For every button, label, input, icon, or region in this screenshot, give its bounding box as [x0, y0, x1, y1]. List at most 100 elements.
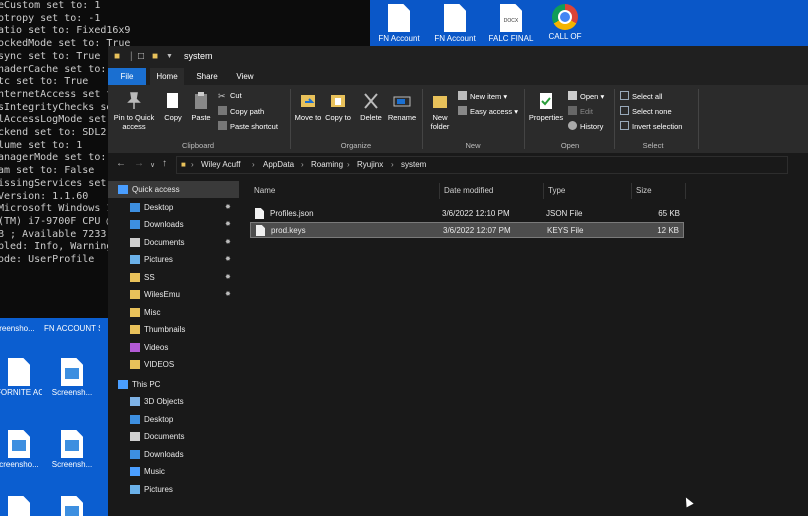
- sidebar-item-pictures[interactable]: Pictures: [108, 481, 239, 498]
- file-list: Name Date modified Type Size Profiles.js…: [244, 177, 808, 516]
- rename-button[interactable]: Rename: [386, 91, 418, 122]
- desktop-file-fn-account-s[interactable]: FN ACCOUNT S.txt: [44, 324, 100, 333]
- cube-icon: [130, 397, 140, 406]
- file-icon: [256, 225, 265, 236]
- tab-home[interactable]: Home: [150, 68, 184, 85]
- pin-icon: ✸: [225, 238, 231, 246]
- column-header-size[interactable]: Size: [632, 183, 686, 199]
- desktop-shortcut-call-of[interactable]: CALL OF: [540, 4, 590, 41]
- file-row[interactable]: Profiles.json 3/6/2022 12:10 PM JSON File 6…: [250, 206, 684, 222]
- edit-button[interactable]: Edit: [568, 106, 593, 116]
- sidebar-item-downloads[interactable]: Downloads: [108, 446, 239, 463]
- new-item-button[interactable]: New item ▾: [458, 91, 507, 101]
- terminal-line: eCustom set to: 1: [0, 0, 101, 11]
- select-all-button[interactable]: Select all: [620, 91, 662, 101]
- folder-icon: [130, 272, 140, 282]
- copy-to-button[interactable]: Copy to: [324, 91, 352, 122]
- properties-button[interactable]: Properties: [528, 91, 564, 122]
- copy-folder-icon: [331, 95, 345, 107]
- easy-access-button[interactable]: Easy access ▾: [458, 106, 518, 116]
- image-icon: [8, 430, 30, 458]
- breadcrumb-ryujinx[interactable]: Ryujinx: [357, 160, 383, 169]
- up-arrow-icon[interactable]: ↑: [162, 158, 167, 169]
- group-label-clipboard: Clipboard: [181, 141, 215, 150]
- move-to-button[interactable]: Move to: [294, 91, 322, 122]
- image-icon: [61, 358, 83, 386]
- recent-locations-chevron-icon[interactable]: ∨: [150, 161, 155, 169]
- breadcrumb-roaming[interactable]: Roaming: [311, 160, 343, 169]
- new-folder-button[interactable]: New folder: [426, 91, 454, 131]
- desktop-file-partial-2[interactable]: [48, 496, 96, 516]
- select-all-icon: [620, 91, 629, 100]
- sidebar-item-documents[interactable]: Documents ✸: [108, 234, 239, 251]
- desktop-file-screenshot-1[interactable]: creensho...: [0, 324, 38, 333]
- pictures-icon: [130, 255, 140, 264]
- desktop-file-fn-account-2[interactable]: FN Account: [430, 4, 480, 43]
- terminal-line: atio set to: Fixed16x9: [0, 25, 131, 37]
- folder-icon: [130, 360, 140, 369]
- forward-arrow-icon[interactable]: →: [134, 158, 144, 169]
- ribbon: Pin to Quick access Copy Paste ✂ Cut Copy…: [108, 85, 808, 154]
- desktop-file-screenshot-2[interactable]: Screensh...: [48, 358, 96, 397]
- desktop-file-falc-final[interactable]: DOCX FALC FINAL: [486, 4, 536, 43]
- desktop-file-screenshot-4[interactable]: Screensh...: [48, 430, 96, 469]
- sidebar-item-pictures[interactable]: Pictures ✸: [108, 251, 239, 268]
- tab-view[interactable]: View: [230, 68, 260, 85]
- sidebar-item-videos[interactable]: VIDEOS: [108, 356, 239, 373]
- tab-share[interactable]: Share: [192, 68, 222, 85]
- desktop-file-fn-account-1[interactable]: FN Account: [374, 4, 424, 43]
- sidebar-item-ss[interactable]: SS ✸: [108, 269, 239, 286]
- quick-access-toolbar-dropdown-icon[interactable]: ▼: [166, 53, 173, 60]
- breadcrumb-separator-icon: ›: [301, 160, 304, 169]
- breadcrumb-system[interactable]: system: [401, 160, 426, 169]
- column-header-name[interactable]: Name: [250, 183, 440, 199]
- sidebar-item-downloads[interactable]: Downloads ✸: [108, 216, 239, 233]
- copy-button[interactable]: Copy: [160, 91, 186, 122]
- address-bar[interactable]: ■ › Wiley Acuff › AppData › Roaming › Ry…: [176, 156, 788, 174]
- sidebar-item-desktop[interactable]: Desktop: [108, 411, 239, 428]
- invert-selection-button[interactable]: Invert selection: [620, 121, 682, 131]
- cut-button[interactable]: ✂ Cut: [218, 91, 242, 101]
- paste-button[interactable]: Paste: [188, 91, 214, 122]
- tab-file[interactable]: File: [108, 68, 146, 85]
- breadcrumb-appdata[interactable]: AppData: [263, 160, 294, 169]
- group-separator: [524, 89, 525, 149]
- back-arrow-icon[interactable]: ←: [116, 158, 126, 169]
- new-folder-quick-icon[interactable]: ■: [152, 51, 158, 62]
- desktop-file-partial-1[interactable]: [0, 496, 42, 516]
- sidebar-item-desktop[interactable]: Desktop ✸: [108, 199, 239, 216]
- file-icon: [255, 208, 264, 219]
- desktop-icon: [130, 414, 140, 424]
- desktop-file-screenshot-3[interactable]: creensho...: [0, 430, 42, 469]
- sidebar-item-3d-objects[interactable]: 3D Objects: [108, 393, 239, 410]
- sidebar-item-quick-access[interactable]: Quick access: [108, 181, 239, 198]
- sidebar-item-music[interactable]: Music: [108, 463, 239, 480]
- sidebar-item-wilesemu[interactable]: WilesEmu ✸: [108, 286, 239, 303]
- breadcrumb-wiley-acuff[interactable]: Wiley Acuff: [201, 160, 240, 169]
- document-icon: [444, 4, 466, 32]
- column-header-date-modified[interactable]: Date modified: [440, 183, 544, 199]
- sidebar-item-thumbnails[interactable]: Thumbnails: [108, 321, 239, 338]
- pin-icon: ✸: [225, 256, 231, 263]
- open-button[interactable]: Open ▾: [568, 91, 604, 101]
- sidebar-item-label: Documents: [144, 432, 185, 441]
- sidebar-item-videos[interactable]: Videos: [108, 339, 239, 356]
- paste-shortcut-button[interactable]: Paste shortcut: [218, 121, 278, 131]
- copy-path-button[interactable]: Copy path: [218, 106, 264, 116]
- sidebar-item-this-pc[interactable]: This PC: [108, 376, 239, 393]
- file-row[interactable]: prod.keys 3/6/2022 12:07 PM KEYS File 12 KB: [250, 222, 684, 238]
- properties-quick-icon[interactable]: □: [138, 51, 144, 62]
- select-none-button[interactable]: Select none: [620, 106, 672, 116]
- sidebar-item-documents[interactable]: Documents: [108, 428, 239, 445]
- sidebar-item-misc[interactable]: Misc: [108, 304, 239, 321]
- history-button[interactable]: History: [568, 121, 603, 131]
- group-label-new: New: [465, 141, 481, 150]
- download-icon: [130, 220, 140, 229]
- column-header-type[interactable]: Type: [544, 183, 632, 199]
- group-separator: [698, 89, 699, 149]
- group-separator: [290, 89, 291, 149]
- mouse-cursor-icon: [682, 495, 694, 508]
- pin-to-quick-access-button[interactable]: Pin to Quick access: [110, 91, 158, 131]
- desktop-file-fornite-account[interactable]: FORNITE ACCOU...: [0, 358, 42, 397]
- delete-button[interactable]: Delete: [358, 91, 384, 122]
